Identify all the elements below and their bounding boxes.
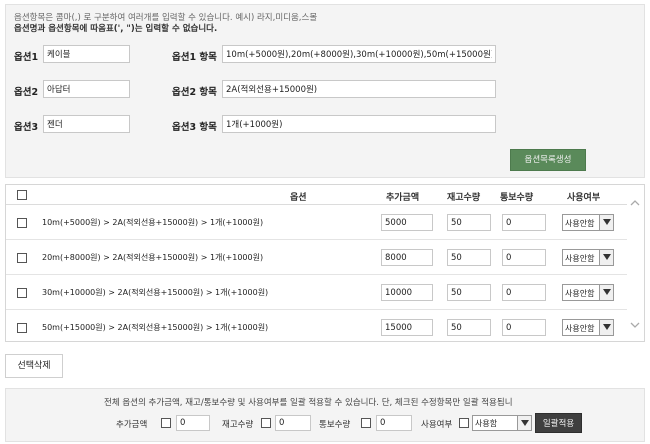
bulk-apply-note: 전체 옵션의 추가금액, 재고/통보수량 및 사용여부를 일괄 적용할 수 있습… (104, 398, 513, 408)
option1-name-label: 옵션1 (14, 52, 39, 63)
chevron-up-icon[interactable] (630, 199, 640, 209)
row-stock-input[interactable] (447, 319, 491, 336)
row-usage-select[interactable]: 사용안함 (562, 319, 614, 336)
header-usage: 사용여부 (567, 193, 601, 203)
bulk-stock-input[interactable] (275, 415, 311, 431)
option1-items-label: 옵션1 항목 (172, 52, 217, 63)
chevron-down-icon (599, 285, 613, 300)
row-extra-price-input[interactable] (381, 319, 433, 336)
option3-items-label: 옵션3 항목 (172, 122, 217, 133)
row-stock-input[interactable] (447, 284, 491, 301)
option3-items-input[interactable] (222, 115, 496, 133)
table-row: 20m(+8000원) > 2A(적외선용+15000원) > 1개(+1000… (6, 241, 628, 275)
bulk-usage-select[interactable]: 사용함 (472, 415, 532, 431)
row-usage-value: 사용안함 (565, 254, 595, 263)
row-usage-select[interactable]: 사용안함 (562, 284, 614, 301)
row-checkbox[interactable] (17, 288, 27, 298)
header-extra-price: 추가금액 (386, 193, 420, 203)
row-option-label: 20m(+8000원) > 2A(적외선용+15000원) > 1개(+1000… (42, 253, 264, 262)
delete-selected-button[interactable]: 선택삭제 (5, 354, 63, 378)
option2-name-input[interactable] (43, 80, 130, 98)
bulk-notify-checkbox[interactable] (361, 418, 371, 428)
option2-items-input[interactable] (222, 80, 496, 98)
row-extra-price-input[interactable] (381, 214, 433, 231)
row-extra-price-input[interactable] (381, 284, 433, 301)
row-usage-value: 사용안함 (565, 324, 595, 333)
select-all-checkbox[interactable] (17, 190, 27, 200)
bulk-extra-price-input[interactable] (176, 415, 210, 431)
row-notify-input[interactable] (502, 284, 546, 301)
bulk-usage-label: 사용여부 (421, 420, 453, 430)
row-usage-value: 사용안함 (565, 219, 595, 228)
row-checkbox[interactable] (17, 218, 27, 228)
bulk-usage-value: 사용함 (475, 419, 498, 428)
table-row: 30m(+10000원) > 2A(적외선용+15000원) > 1개(+100… (6, 276, 628, 310)
chevron-down-icon (599, 215, 613, 230)
option-notice-quotes: 옵션명과 옵션항목에 따옴표(', ")는 입력할 수 없습니다. (14, 24, 218, 34)
option1-name-input[interactable] (43, 45, 130, 63)
table-row: 10m(+5000원) > 2A(적외선용+15000원) > 1개(+1000… (6, 206, 628, 240)
row-notify-input[interactable] (502, 214, 546, 231)
row-checkbox[interactable] (17, 253, 27, 263)
chevron-down-icon[interactable] (630, 321, 640, 331)
chevron-down-icon (599, 320, 613, 335)
option2-items-label: 옵션2 항목 (172, 87, 217, 98)
header-notify: 통보수량 (500, 193, 534, 203)
option1-items-input[interactable] (222, 45, 496, 63)
row-usage-select[interactable]: 사용안함 (562, 214, 614, 231)
row-stock-input[interactable] (447, 214, 491, 231)
row-option-label: 30m(+10000원) > 2A(적외선용+15000원) > 1개(+100… (42, 288, 269, 297)
row-checkbox[interactable] (17, 323, 27, 333)
row-option-label: 10m(+5000원) > 2A(적외선용+15000원) > 1개(+1000… (42, 218, 264, 227)
row-notify-input[interactable] (502, 249, 546, 266)
row-notify-input[interactable] (502, 319, 546, 336)
option-list-panel: 옵션 추가금액 재고수량 통보수량 사용여부 10m(+5000원) > 2A(… (5, 184, 645, 342)
row-extra-price-input[interactable] (381, 249, 433, 266)
bulk-stock-label: 재고수량 (222, 420, 254, 430)
header-stock: 재고수량 (447, 193, 481, 203)
bulk-apply-button[interactable]: 일괄적용 (535, 413, 582, 433)
bulk-extra-price-checkbox[interactable] (161, 418, 171, 428)
row-option-label: 50m(+15000원) > 2A(적외선용+15000원) > 1개(+100… (42, 323, 269, 332)
chevron-down-icon (517, 416, 531, 430)
option-list-header: 옵션 추가금액 재고수량 통보수량 사용여부 (6, 185, 628, 205)
bulk-apply-panel: 전체 옵션의 추가금액, 재고/통보수량 및 사용여부를 일괄 적용할 수 있습… (5, 388, 645, 442)
bulk-extra-price-label: 추가금액 (116, 420, 148, 430)
option3-name-label: 옵션3 (14, 122, 39, 133)
bulk-usage-checkbox[interactable] (459, 418, 469, 428)
bulk-notify-label: 통보수량 (319, 420, 351, 430)
bulk-notify-input[interactable] (376, 415, 412, 431)
chevron-down-icon (599, 250, 613, 265)
option-input-panel: 옵션항목은 콤마(,) 로 구분하여 여러개를 입력할 수 있습니다. 예시) … (5, 4, 645, 178)
header-option: 옵션 (290, 193, 307, 203)
table-row: 50m(+15000원) > 2A(적외선용+15000원) > 1개(+100… (6, 311, 628, 341)
option-list-scrollbar[interactable] (627, 185, 644, 341)
row-stock-input[interactable] (447, 249, 491, 266)
option3-name-input[interactable] (43, 115, 130, 133)
row-usage-select[interactable]: 사용안함 (562, 249, 614, 266)
generate-option-list-button[interactable]: 옵션목록생성 (510, 149, 586, 171)
option2-name-label: 옵션2 (14, 87, 39, 98)
row-usage-value: 사용안함 (565, 289, 595, 298)
bulk-stock-checkbox[interactable] (261, 418, 271, 428)
